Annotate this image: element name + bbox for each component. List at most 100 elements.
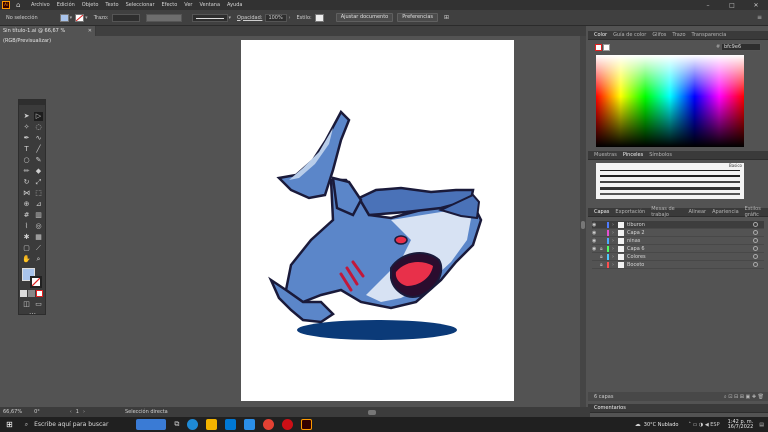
layer-row[interactable]: 🔒︎ › Boceto bbox=[592, 261, 764, 269]
target-icon[interactable] bbox=[753, 262, 758, 267]
type-tool-icon[interactable]: T bbox=[22, 145, 31, 154]
store-icon[interactable] bbox=[225, 419, 237, 430]
tab-transparency[interactable]: Transparencia bbox=[692, 32, 727, 38]
search-icon[interactable]: ⌕ bbox=[25, 421, 28, 429]
brush-definition-select[interactable] bbox=[191, 13, 228, 22]
menu-archivo[interactable]: Archivo bbox=[31, 2, 50, 8]
rotate-tool-icon[interactable]: ↻ bbox=[22, 178, 31, 187]
tab-brushes[interactable]: Pinceles bbox=[623, 152, 643, 158]
visibility-eye-icon[interactable]: ◉ bbox=[592, 230, 600, 236]
hand-tool-icon[interactable]: ✋ bbox=[22, 255, 31, 264]
target-icon[interactable] bbox=[753, 222, 758, 227]
color-mode-icon[interactable] bbox=[20, 290, 27, 297]
none-mode-icon[interactable] bbox=[36, 290, 43, 297]
visibility-eye-icon[interactable]: ◉ bbox=[592, 238, 600, 244]
artboard[interactable] bbox=[241, 40, 514, 401]
tab-export[interactable]: Exportación bbox=[615, 209, 645, 215]
clock[interactable]: 1:42 p. m. 16/7/2022 bbox=[728, 419, 754, 430]
perspective-grid-icon[interactable]: ⊿ bbox=[34, 200, 43, 209]
panel-menu-icon[interactable]: ≡ bbox=[757, 14, 762, 21]
weather-text[interactable]: 30°C Nublado bbox=[644, 422, 679, 428]
direct-selection-tool-icon[interactable]: ▷ bbox=[34, 112, 43, 121]
notification-icon[interactable]: ▤ bbox=[759, 422, 764, 428]
pen-tool-icon[interactable]: ✒ bbox=[22, 134, 31, 143]
mail-icon[interactable] bbox=[244, 419, 256, 430]
maximize-icon[interactable]: □ bbox=[720, 2, 744, 9]
tab-artboards[interactable]: Mesas de trabajo bbox=[651, 206, 682, 218]
layer-row[interactable]: ◉ › Capa 2 bbox=[592, 229, 764, 237]
target-icon[interactable] bbox=[753, 254, 758, 259]
illustrator-taskbar-icon[interactable] bbox=[301, 419, 313, 430]
menu-edicion[interactable]: Edición bbox=[57, 2, 75, 8]
vertical-scroll-thumb[interactable] bbox=[581, 221, 585, 229]
layer-row[interactable]: ◉ 🔒︎ › Capa 6 bbox=[592, 245, 764, 253]
tab-appearance[interactable]: Apariencia bbox=[712, 209, 739, 215]
color-spectrum[interactable] bbox=[596, 55, 744, 147]
menu-texto[interactable]: Texto bbox=[105, 2, 118, 8]
graphic-style-swatch[interactable] bbox=[314, 13, 324, 22]
paintbrush-icon[interactable]: ✎ bbox=[34, 156, 43, 165]
blend-tool-icon[interactable]: ◎ bbox=[34, 222, 43, 231]
visibility-eye-icon[interactable]: ◉ bbox=[592, 222, 600, 228]
edge-browser-icon[interactable] bbox=[187, 419, 199, 430]
mesh-tool-icon[interactable]: # bbox=[22, 211, 31, 220]
gradient-tool-icon[interactable]: ▥ bbox=[34, 211, 43, 220]
artboard-tool-icon[interactable]: ▢ bbox=[22, 244, 31, 253]
tab-color[interactable]: Color bbox=[594, 32, 607, 38]
tab-color-guide[interactable]: Guía de color bbox=[613, 32, 646, 38]
lasso-icon[interactable]: ◌ bbox=[34, 123, 43, 132]
zoom-level[interactable]: 66,67% bbox=[3, 409, 22, 415]
fill-swatch[interactable] bbox=[59, 13, 69, 22]
chrome-icon[interactable] bbox=[263, 419, 275, 430]
close-tab-icon[interactable]: ✕ bbox=[88, 26, 92, 36]
layer-name[interactable]: ninas bbox=[627, 238, 640, 244]
target-icon[interactable] bbox=[753, 230, 758, 235]
layer-row[interactable]: 🔒︎ › Colores bbox=[592, 253, 764, 261]
graph-tool-icon[interactable]: ▦ bbox=[34, 233, 43, 242]
home-icon[interactable]: ⌂ bbox=[16, 1, 25, 9]
layer-name[interactable]: Colores bbox=[627, 254, 646, 260]
layer-name[interactable]: tiburon bbox=[627, 222, 645, 228]
tab-swatches[interactable]: Muestras bbox=[594, 152, 617, 158]
scale-tool-icon[interactable]: ⤢ bbox=[34, 178, 43, 187]
free-transform-icon[interactable]: ⬚ bbox=[34, 189, 43, 198]
close-icon[interactable]: ✕ bbox=[744, 2, 768, 9]
opera-icon[interactable] bbox=[282, 419, 294, 430]
target-icon[interactable] bbox=[753, 246, 758, 251]
gradient-mode-icon[interactable] bbox=[28, 290, 35, 297]
vertical-scrollbar[interactable] bbox=[580, 36, 586, 408]
windows-start-icon[interactable]: ⊞ bbox=[6, 420, 13, 429]
layers-actions-icons[interactable]: ⌕ ⊡ ⊟ ⊞ ▣ ✚ 🗑︎ bbox=[724, 394, 764, 400]
task-view-icon[interactable]: ⧉ bbox=[174, 420, 179, 429]
menu-ver[interactable]: Ver bbox=[184, 2, 192, 8]
lock-icon[interactable]: 🔒︎ bbox=[600, 246, 607, 252]
stroke-swatch[interactable] bbox=[75, 13, 85, 22]
tab-symbols[interactable]: Símbolos bbox=[649, 152, 672, 158]
zoom-tool-icon[interactable]: ⌕ bbox=[34, 255, 43, 264]
color-stroke-icon[interactable] bbox=[595, 44, 602, 51]
stroke-weight-input[interactable] bbox=[111, 13, 140, 22]
arrange-icon[interactable]: ⊞ bbox=[444, 14, 449, 21]
chevron-right-icon[interactable]: › bbox=[288, 15, 290, 21]
tab-stroke[interactable]: Trazo bbox=[672, 32, 685, 38]
stroke-color-box[interactable] bbox=[30, 276, 42, 288]
layer-name[interactable]: Capa 2 bbox=[627, 230, 645, 236]
tab-comments[interactable]: Comentarios bbox=[594, 405, 626, 411]
brush-list[interactable]: Basico bbox=[596, 163, 744, 199]
opacity-input[interactable]: 100% bbox=[265, 13, 288, 22]
prev-artboard-icon[interactable]: ‹ bbox=[70, 409, 72, 415]
magic-wand-icon[interactable]: ✧ bbox=[22, 123, 31, 132]
horizontal-scroll-thumb[interactable] bbox=[367, 409, 376, 415]
document-tab[interactable]: Sin título-1.ai @ 66,67 % (RGB/Previsual… bbox=[0, 26, 96, 44]
menu-ventana[interactable]: Ventana bbox=[199, 2, 220, 8]
weather-icon[interactable]: ☁ bbox=[635, 421, 641, 428]
menu-objeto[interactable]: Objeto bbox=[82, 2, 99, 8]
layer-row[interactable]: ◉ › tiburon bbox=[592, 221, 764, 229]
opacity-label[interactable]: Opacidad: bbox=[237, 15, 262, 21]
next-artboard-icon[interactable]: › bbox=[83, 409, 85, 415]
eyedropper-icon[interactable]: ⌇ bbox=[22, 222, 31, 231]
eraser-icon[interactable]: ◆ bbox=[34, 167, 43, 176]
slice-tool-icon[interactable]: ⟋ bbox=[34, 244, 43, 253]
tab-align[interactable]: Alinear bbox=[689, 209, 707, 215]
system-tray-icons[interactable]: ˄ ▭ ◑ ◀︎ ESP bbox=[688, 422, 719, 428]
